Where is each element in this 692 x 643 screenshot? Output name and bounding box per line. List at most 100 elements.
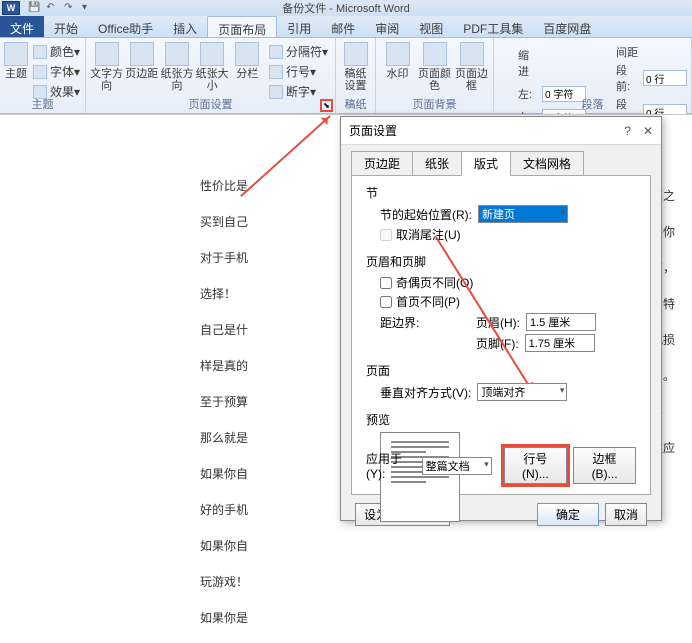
ribbon-tabs: 文件 开始 Office助手 插入 页面布局 引用 邮件 审阅 视图 PDF工具…: [0, 16, 692, 38]
doc-line: 如果你是: [200, 607, 500, 629]
tab-mail[interactable]: 邮件: [321, 16, 365, 37]
dialog-tab-grid[interactable]: 文档网格: [510, 151, 584, 176]
tab-review[interactable]: 审阅: [365, 16, 409, 37]
redo-icon[interactable]: ↷: [64, 2, 76, 14]
titlebar: W 💾 ↶ ↷ ▾ 备份文件 - Microsoft Word: [0, 0, 692, 16]
page-color-icon: [423, 42, 447, 66]
dialog-body: 节 节的起始位置(R): 新建页 取消尾注(U) 页眉和页脚 奇偶页不同(O) …: [351, 175, 651, 495]
save-icon[interactable]: 💾: [28, 2, 40, 14]
orientation-icon: [165, 42, 189, 66]
size-label: 纸张大小: [196, 68, 229, 92]
colors-label: 颜色▾: [50, 43, 80, 60]
paper-icon: [344, 42, 368, 66]
hf-legend: 页眉和页脚: [366, 253, 636, 270]
line-numbers-dialog-button[interactable]: 行号(N)...: [504, 447, 567, 484]
breaks-icon: [269, 45, 283, 59]
borders-dialog-button[interactable]: 边框(B)...: [573, 447, 636, 484]
spacing-before-input[interactable]: [643, 70, 687, 86]
dialog-tab-layout[interactable]: 版式: [461, 151, 511, 176]
group-paper: 稿纸设置 稿纸: [336, 38, 376, 113]
window-title: 备份文件 - Microsoft Word: [282, 0, 410, 16]
breaks-label: 分隔符▾: [286, 43, 328, 60]
page-setup-dialog: 页面设置 ? ✕ 页边距 纸张 版式 文档网格 节 节的起始位置(R): 新建页…: [340, 116, 662, 521]
orientation-label: 纸张方向: [160, 68, 193, 92]
group-paragraph: 缩进 左: 右: 间距 段前: 段后: 段落: [494, 38, 692, 113]
tab-file[interactable]: 文件: [0, 16, 44, 37]
word-icon: W: [2, 1, 20, 15]
header-distance-label: 页眉(H):: [476, 314, 520, 331]
group-background-label: 页面背景: [376, 96, 493, 112]
columns-icon: [235, 42, 259, 66]
section-start-select[interactable]: 新建页: [478, 205, 568, 223]
page-border-label: 页面边框: [454, 68, 489, 92]
themes-icon: [4, 42, 28, 66]
undo-icon[interactable]: ↶: [46, 2, 58, 14]
dialog-tab-margins[interactable]: 页边距: [351, 151, 413, 176]
distance-label: 距边界:: [380, 314, 470, 331]
section-legend: 节: [366, 184, 636, 201]
first-page-label: 首页不同(P): [396, 293, 460, 310]
tab-baidu[interactable]: 百度网盘: [533, 16, 601, 37]
suppress-endnotes-checkbox: [380, 229, 392, 241]
close-icon[interactable]: ✕: [643, 124, 653, 138]
first-page-checkbox[interactable]: [380, 296, 392, 308]
spacing-header: 间距: [616, 44, 639, 60]
columns-label: 分栏: [236, 68, 258, 80]
ribbon: 主题 颜色▾ 字体▾ 效果▾ 主题 文字方向 页边距 纸张方向 纸张大小 分栏 …: [0, 38, 692, 114]
group-themes: 主题 颜色▾ 字体▾ 效果▾ 主题: [0, 38, 86, 113]
text-direction-label: 文字方向: [90, 68, 123, 92]
suppress-endnotes-label: 取消尾注(U): [396, 226, 461, 243]
qat-dropdown-icon[interactable]: ▾: [82, 2, 94, 14]
group-background: 水印 页面颜色 页面边框 页面背景: [376, 38, 494, 113]
section-fieldset: 节 节的起始位置(R): 新建页 取消尾注(U): [366, 184, 636, 243]
tab-view[interactable]: 视图: [409, 16, 453, 37]
theme-fonts-button[interactable]: 字体▾: [30, 62, 83, 81]
page-border-icon: [460, 42, 484, 66]
fonts-label: 字体▾: [50, 63, 80, 80]
valign-label: 垂直对齐方式(V):: [380, 384, 471, 401]
footer-distance-input[interactable]: [525, 334, 595, 352]
group-paper-label: 稿纸: [336, 96, 375, 112]
margins-label: 页边距: [125, 68, 158, 80]
theme-colors-button[interactable]: 颜色▾: [30, 42, 83, 61]
header-footer-fieldset: 页眉和页脚 奇偶页不同(O) 首页不同(P) 距边界: 页眉(H): 页脚(F)…: [366, 253, 636, 352]
dialog-tab-paper[interactable]: 纸张: [412, 151, 462, 176]
spacing-before-icon: [600, 72, 612, 84]
group-page-setup-label: 页面设置: [86, 96, 335, 112]
tab-pdf[interactable]: PDF工具集: [453, 16, 533, 37]
dialog-tabs: 页边距 纸张 版式 文档网格: [341, 145, 661, 176]
line-numbers-icon: [269, 65, 283, 79]
spacing-before-label: 段前:: [616, 62, 639, 94]
valign-select[interactable]: 顶端对齐: [477, 383, 567, 401]
watermark-label: 水印: [387, 68, 409, 80]
size-icon: [200, 42, 224, 66]
apply-to-select[interactable]: 整篇文档: [422, 457, 492, 475]
help-icon[interactable]: ?: [624, 124, 631, 138]
dialog-titlebar[interactable]: 页面设置 ? ✕: [341, 117, 661, 145]
line-numbers-button[interactable]: 行号▾: [266, 62, 331, 81]
header-distance-input[interactable]: [526, 313, 596, 331]
group-themes-label: 主题: [0, 96, 85, 112]
margins-icon: [130, 42, 154, 66]
page-color-label: 页面颜色: [417, 68, 452, 92]
indent-header: 缩进: [518, 47, 538, 79]
group-page-setup: 文字方向 页边距 纸张方向 纸张大小 分栏 分隔符▾ 行号▾ 断字▾ 页面设置 …: [86, 38, 336, 113]
doc-line: 玩游戏！: [200, 571, 500, 593]
group-paragraph-label: 段落: [494, 96, 691, 112]
tab-references[interactable]: 引用: [277, 16, 321, 37]
page-setup-launcher[interactable]: ⬊: [320, 99, 333, 112]
tab-insert[interactable]: 插入: [163, 16, 207, 37]
tab-office[interactable]: Office助手: [88, 16, 163, 37]
odd-even-checkbox[interactable]: [380, 277, 392, 289]
colors-icon: [33, 45, 47, 59]
tab-home[interactable]: 开始: [44, 16, 88, 37]
tab-page-layout[interactable]: 页面布局: [207, 16, 277, 37]
page-fieldset: 页面 垂直对齐方式(V): 顶端对齐: [366, 362, 636, 401]
breaks-button[interactable]: 分隔符▾: [266, 42, 331, 61]
line-numbers-label: 行号▾: [286, 63, 316, 80]
fonts-icon: [33, 65, 47, 79]
doc-line: 如果你自: [200, 535, 500, 557]
themes-label: 主题: [5, 68, 27, 80]
page-legend: 页面: [366, 362, 636, 379]
text-direction-icon: [95, 42, 119, 66]
